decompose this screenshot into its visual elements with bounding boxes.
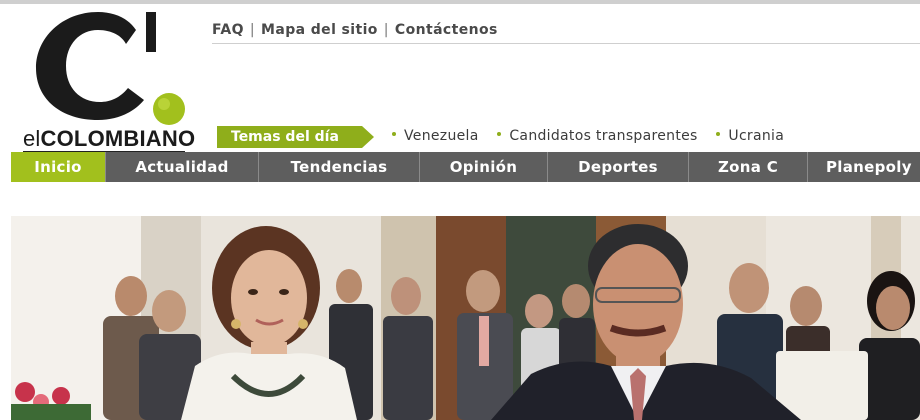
logo-wordmark: elCOLOMBIANO [23,126,196,151]
nav-item-tendencias[interactable]: Tendencias [259,152,420,182]
browser-top-border [0,0,920,4]
nav-item-zona-c[interactable]: Zona C [689,152,808,182]
logo-c-icon [36,12,185,125]
bullet-icon [497,132,502,136]
faq-link[interactable]: FAQ [212,22,244,38]
site-logo[interactable]: elCOLOMBIANO [18,8,198,153]
temas-list: Venezuela Candidatos transparentes Ucran… [392,128,798,144]
bullet-icon [716,132,721,136]
nav-item-planepoly[interactable]: Planepoly [808,152,920,182]
nav-item-deportes[interactable]: Deportes [548,152,689,182]
topic-ucrania[interactable]: Ucrania [716,128,784,144]
topic-venezuela[interactable]: Venezuela [392,128,479,144]
sitemap-link[interactable]: Mapa del sitio [261,22,378,38]
bullet-icon [392,132,396,136]
top-links: FAQ | Mapa del sitio | Contáctenos [212,22,498,38]
nav-item-inicio[interactable]: Inicio [11,152,106,182]
main-navigation: Inicio Actualidad Tendencias Opinión Dep… [11,152,920,182]
logo-dot-icon [153,93,185,125]
contact-link[interactable]: Contáctenos [395,22,498,38]
temas-del-dia-label: Temas del día [217,126,375,148]
header-divider [212,43,920,44]
topic-candidatos-transparentes[interactable]: Candidatos transparentes [497,128,697,144]
nav-item-opinion[interactable]: Opinión [420,152,548,182]
nav-item-actualidad[interactable]: Actualidad [106,152,259,182]
news-photo-image [11,216,920,420]
hero-photo[interactable] [11,216,920,420]
link-separator: | [249,22,256,38]
arrow-right-icon [362,126,374,148]
link-separator: | [383,22,389,38]
